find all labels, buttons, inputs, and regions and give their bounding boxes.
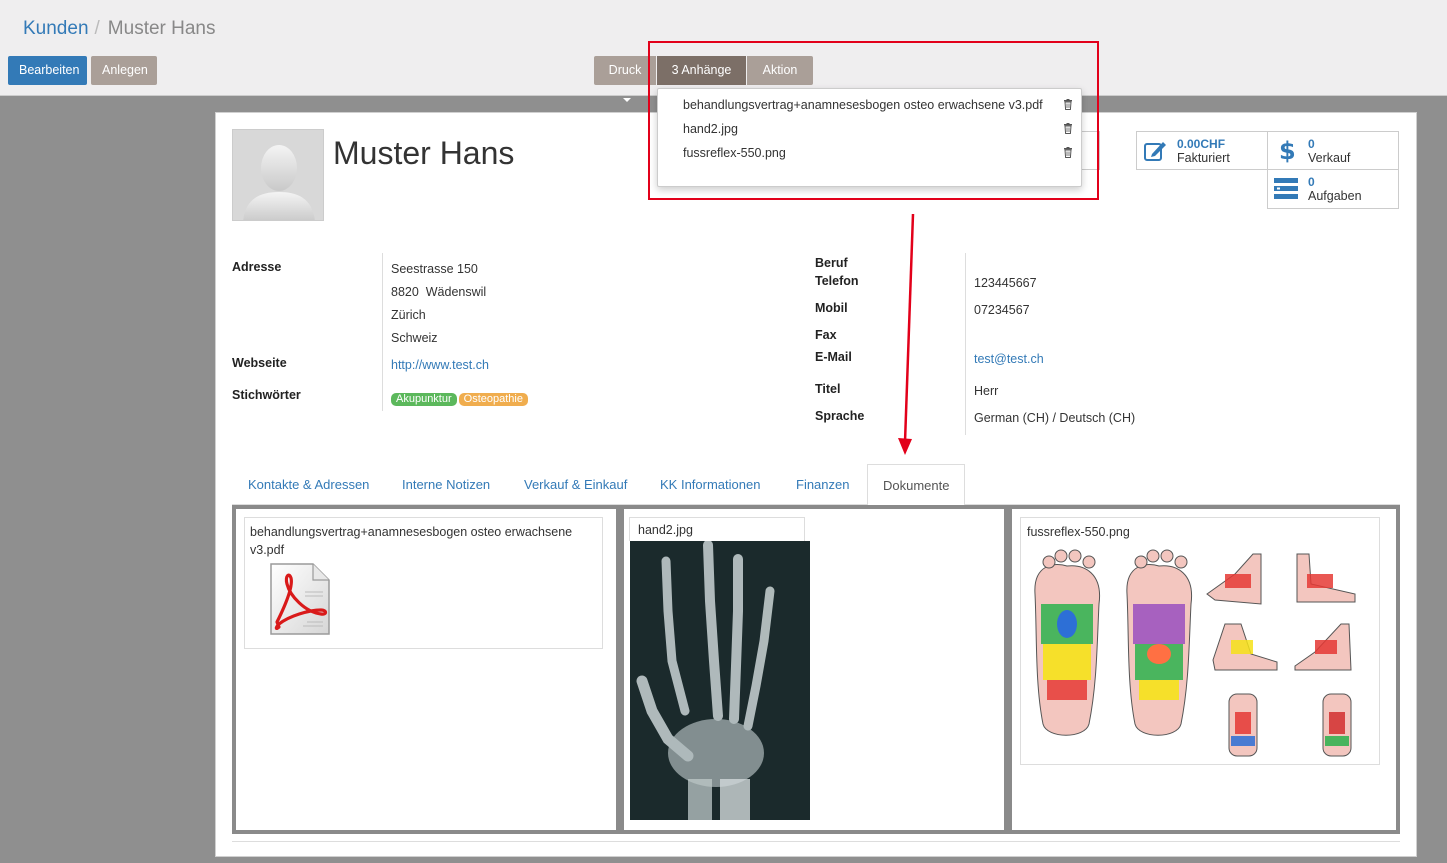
document-column: behandlungsvertrag+anamnesesbogen osteo … [236, 509, 616, 830]
tasks-list-icon [1274, 178, 1300, 203]
email-label: E-Mail [815, 350, 852, 364]
print-label: Druck [608, 63, 642, 77]
address-state: Zürich [391, 308, 426, 322]
attachment-name: hand2.jpg [683, 122, 738, 136]
action-label: Aktion [762, 63, 798, 77]
breadcrumb-separator: / [94, 18, 100, 39]
edit-button[interactable]: Bearbeiten [8, 56, 87, 85]
address-street: Seestrasse 150 [391, 262, 478, 276]
tags-label: Stichwörter [232, 388, 301, 402]
stat-tasks-value: 0 [1308, 175, 1315, 189]
mobile-label: Mobil [815, 301, 848, 315]
record-title: Muster Hans [333, 135, 515, 171]
pdf-file-icon [270, 563, 330, 635]
notebook-tabs: Kontakte & Adressen Interne Notizen Verk… [232, 464, 1400, 506]
stat-invoiced-value: 0.00CHF [1177, 137, 1226, 151]
tab-finanzen[interactable]: Finanzen [781, 464, 864, 505]
annotation-arrow [898, 213, 915, 455]
email-link[interactable]: test@test.ch [974, 352, 1044, 366]
trash-icon[interactable] [1063, 99, 1073, 113]
address-label: Adresse [232, 260, 282, 274]
foot-reflexology-image [1034, 549, 1356, 757]
tab-interne-notizen[interactable]: Interne Notizen [387, 464, 505, 505]
title-value: Herr [974, 384, 999, 398]
document-name: hand2.jpg [638, 523, 693, 537]
website-label: Webseite [232, 356, 287, 370]
attachments-dropdown-button[interactable]: 3 Anhänge [657, 56, 746, 102]
attachment-item[interactable]: behandlungsvertrag+anamnesesbogen osteo … [683, 98, 1073, 118]
person-placeholder-icon [233, 130, 323, 220]
documents-panel: behandlungsvertrag+anamnesesbogen osteo … [232, 505, 1400, 834]
breadcrumb: Kunden / Muster Hans [23, 18, 216, 40]
language-label: Sprache [815, 409, 865, 423]
mobile-value: 07234567 [974, 303, 1030, 317]
tag-akupunktur[interactable]: Akupunktur [391, 393, 457, 406]
attachments-label: 3 Anhänge [671, 63, 732, 77]
attachment-name: behandlungsvertrag+anamnesesbogen osteo … [683, 98, 1043, 112]
attachment-name: fussreflex-550.png [683, 146, 786, 160]
document-column: fussreflex-550.png [1012, 509, 1396, 830]
trash-icon[interactable] [1063, 123, 1073, 137]
tab-verkauf-einkauf[interactable]: Verkauf & Einkauf [509, 464, 642, 505]
attachments-dropdown-menu: behandlungsvertrag+anamnesesbogen osteo … [657, 88, 1082, 187]
stat-sales-value: 0 [1308, 137, 1315, 151]
job-label: Beruf [815, 256, 848, 270]
title-label: Titel [815, 382, 841, 396]
caret-down-icon [623, 97, 631, 102]
stat-invoiced[interactable]: 0.00CHF Fakturiert [1136, 131, 1268, 170]
document-card[interactable]: fussreflex-550.png [1020, 517, 1380, 765]
document-card[interactable]: behandlungsvertrag+anamnesesbogen osteo … [244, 517, 603, 649]
website-link[interactable]: http://www.test.ch [391, 358, 489, 372]
document-name: fussreflex-550.png [1027, 525, 1130, 539]
attachment-item[interactable]: hand2.jpg [683, 122, 1073, 142]
stat-tasks[interactable]: 0 Aufgaben [1267, 169, 1399, 209]
language-value: German (CH) / Deutsch (CH) [974, 411, 1136, 425]
stat-sales-label: Verkauf [1308, 151, 1351, 165]
tab-kontakte-adressen[interactable]: Kontakte & Adressen [233, 464, 384, 505]
svg-text:$: $ [1279, 137, 1296, 165]
breadcrumb-current: Muster Hans [107, 18, 216, 39]
tags-field: Akupunktur Osteopathie [391, 391, 530, 406]
dollar-icon: $ [1278, 136, 1296, 169]
phone-value: 123445667 [974, 276, 1037, 290]
phone-label: Telefon [815, 274, 859, 288]
attachment-item[interactable]: fussreflex-550.png [683, 146, 1073, 166]
stat-sales[interactable]: $ 0 Verkauf [1267, 131, 1399, 170]
create-button[interactable]: Anlegen [91, 56, 157, 85]
tab-kk-informationen[interactable]: KK Informationen [645, 464, 775, 505]
avatar[interactable] [232, 129, 324, 221]
field-divider [382, 253, 383, 411]
stat-tasks-label: Aufgaben [1308, 189, 1362, 203]
sheet-bottom-divider [232, 841, 1400, 842]
address-country: Schweiz [391, 331, 438, 345]
tab-dokumente[interactable]: Dokumente [867, 464, 966, 506]
action-dropdown-button[interactable]: Aktion [747, 56, 813, 102]
field-divider [965, 253, 966, 435]
document-card-header: hand2.jpg [629, 517, 805, 541]
trash-icon[interactable] [1063, 147, 1073, 161]
control-panel: Kunden / Muster Hans Bearbeiten Anlegen Dr… [0, 0, 1447, 102]
address-zip-city: 8820 Wädenswil [391, 285, 487, 299]
stat-invoiced-label: Fakturiert [1177, 151, 1230, 165]
document-name: behandlungsvertrag+anamnesesbogen osteo … [250, 525, 573, 557]
print-dropdown-button[interactable]: Druck [594, 56, 656, 102]
pencil-square-icon [1143, 138, 1169, 167]
document-column: hand2.jpg [624, 509, 1004, 830]
tag-osteopathie[interactable]: Osteopathie [458, 393, 528, 406]
breadcrumb-kunden[interactable]: Kunden [23, 18, 89, 39]
hand-xray-image[interactable] [630, 541, 810, 820]
fax-label: Fax [815, 328, 837, 342]
form-sheet: Muster Hans 0.00CHF Fakturiert $ 0 Verka… [215, 112, 1417, 857]
